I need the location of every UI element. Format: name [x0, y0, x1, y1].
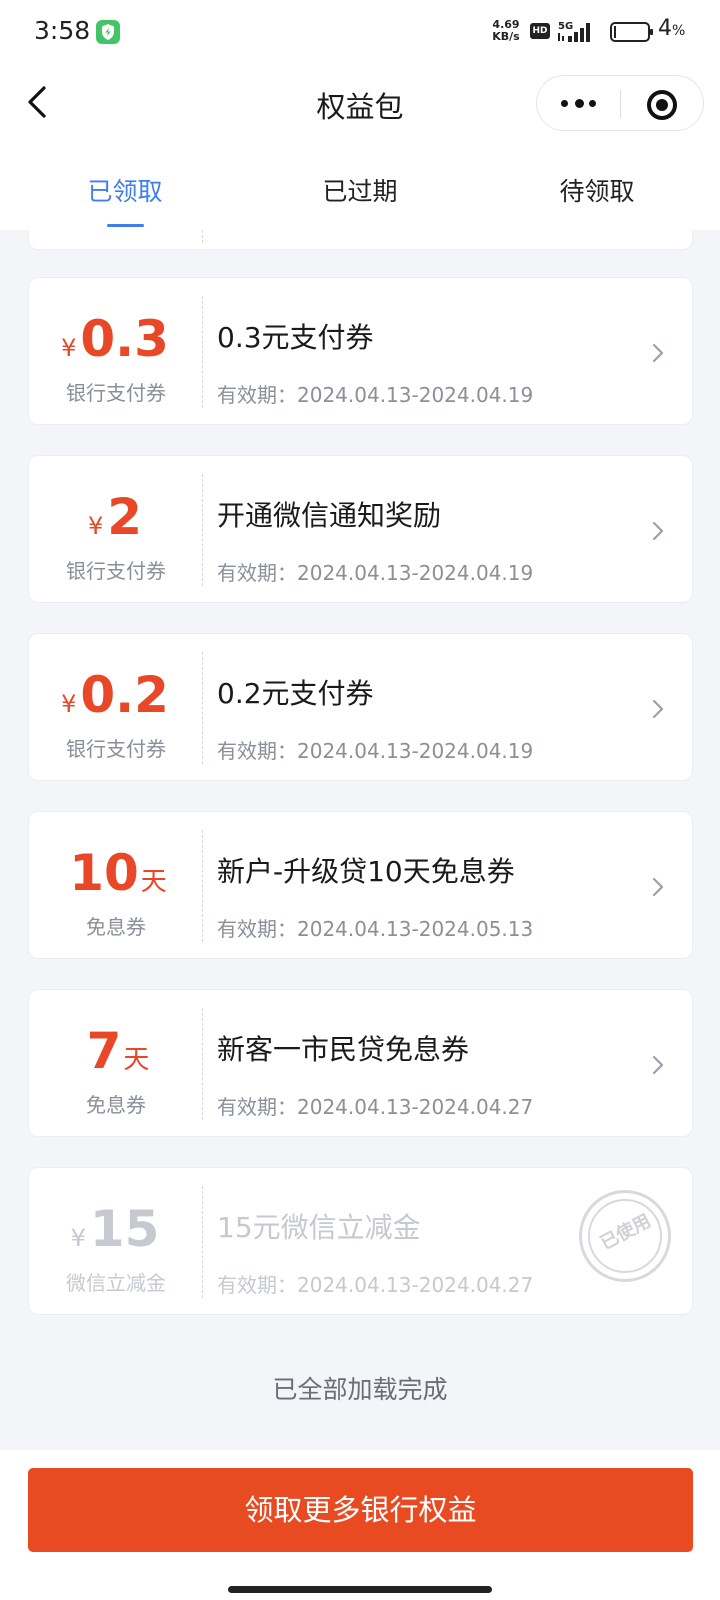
coupon-amount: 15: [89, 1200, 160, 1258]
miniprogram-capsule: [536, 75, 704, 131]
coupon-type: 免息券: [86, 915, 146, 939]
capsule-divider: [620, 90, 621, 118]
list-end-message: 已全部加载完成: [272, 1375, 448, 1404]
coupon-amount-area: ¥0.2 银行支付券: [29, 634, 203, 782]
coupon-card[interactable]: ¥0.3 银行支付券 0.3元支付券 有效期：2024.04.13-2024.0…: [28, 277, 693, 425]
coupon-validity: 有效期：2024.04.13-2024.04.27: [217, 1273, 534, 1297]
network-speed: 4.69 KB/s: [488, 19, 524, 43]
coupon-title: 新户-升级贷10天免息券: [217, 855, 515, 888]
coupon-type: 微信立减金: [66, 1271, 166, 1295]
coupon-amount-area: ¥15 微信立减金: [29, 1168, 203, 1316]
coupon-type: 免息券: [86, 1093, 146, 1117]
coupon-title: 开通微信通知奖励: [217, 499, 442, 532]
coupon-card[interactable]: 7天 免息券 新客一市民贷免息券 有效期：2024.04.13-2024.04.…: [28, 989, 693, 1137]
battery-level: 4: [658, 16, 672, 41]
coupon-card[interactable]: ¥2 银行支付券 开通微信通知奖励 有效期：2024.04.13-2024.04…: [28, 455, 693, 603]
coupon-validity: 有效期：2024.04.13-2024.04.27: [217, 1095, 534, 1119]
coupon-amount-area: 7天 免息券: [29, 990, 203, 1138]
coupon-title: 新客一市民贷免息券: [217, 1033, 470, 1066]
coupon-card[interactable]: 10天 免息券 新户-升级贷10天免息券 有效期：2024.04.13-2024…: [28, 811, 693, 959]
coupon-amount: 0.3: [80, 310, 169, 368]
tab-bar: 已领取 已过期 待领取: [0, 160, 720, 230]
benefits-page: 3:58 4.69 KB/s HD 5G 4% 权益包 已领取 已过期 待领取 …: [0, 0, 720, 1600]
coupon-title: 0.3元支付券: [217, 321, 374, 354]
chevron-right-icon: [652, 1055, 664, 1075]
coupon-validity: 有效期：2024.04.13-2024.04.19: [217, 561, 534, 585]
coupon-card[interactable]: ¥0.2 银行支付券 0.2元支付券 有效期：2024.04.13-2024.0…: [28, 633, 693, 781]
used-stamp-icon: 已使用: [579, 1190, 671, 1282]
coupon-amount: 2: [107, 488, 143, 546]
currency-symbol: ¥: [87, 512, 104, 540]
security-shield-icon: [96, 20, 120, 44]
dashed-divider: [202, 830, 203, 942]
dashed-divider: [202, 652, 203, 764]
coupon-validity: 有效期：2024.04.13-2024.04.19: [217, 739, 534, 763]
coupon-card-used[interactable]: ¥15 微信立减金 15元微信立减金 有效期：2024.04.13-2024.0…: [28, 1167, 693, 1315]
coupon-title: 0.2元支付券: [217, 677, 374, 710]
chevron-right-icon: [652, 521, 664, 541]
coupon-title: 15元微信立减金: [217, 1211, 421, 1244]
coupon-amount-area: ¥2 银行支付券: [29, 456, 203, 604]
coupon-type: 银行支付券: [66, 559, 166, 583]
battery-unit: %: [672, 23, 686, 39]
dashed-divider: [202, 296, 203, 408]
tab-expired[interactable]: 已过期: [240, 172, 480, 208]
coupon-amount: 10: [69, 844, 139, 902]
coupon-unit: 天: [123, 1045, 150, 1075]
hd-badge: HD: [530, 23, 550, 39]
status-time: 3:58: [34, 16, 91, 45]
nav-bar: 权益包: [0, 64, 720, 140]
close-miniprogram-icon[interactable]: [633, 84, 689, 124]
status-bar: 3:58 4.69 KB/s HD 5G 4%: [0, 0, 720, 64]
coupon-amount: 0.2: [80, 666, 169, 724]
currency-symbol: ¥: [61, 690, 77, 718]
dashed-divider: [202, 1008, 203, 1120]
coupon-list[interactable]: ¥0.3 银行支付券 0.3元支付券 有效期：2024.04.13-2024.0…: [0, 230, 720, 1450]
chevron-right-icon: [652, 343, 664, 363]
coupon-amount-area: ¥0.3 银行支付券: [29, 278, 203, 426]
battery-icon: [610, 22, 653, 42]
network-label: 5G: [558, 21, 573, 32]
signal-5g-icon: 5G: [558, 21, 590, 42]
coupon-type: 银行支付券: [66, 381, 166, 405]
network-speed-unit: KB/s: [492, 30, 520, 43]
chevron-right-icon: [652, 877, 664, 897]
bottom-bar: 领取更多银行权益: [0, 1450, 720, 1600]
coupon-validity: 有效期：2024.04.13-2024.05.13: [217, 917, 534, 941]
coupon-validity: 有效期：2024.04.13-2024.04.19: [217, 383, 534, 407]
coupon-amount-area: 10天 免息券: [29, 812, 203, 960]
currency-symbol: ¥: [70, 1224, 86, 1252]
active-tab-indicator: [107, 224, 144, 227]
battery-percentage: 4%: [658, 16, 685, 41]
currency-symbol: ¥: [61, 334, 77, 362]
coupon-unit: 天: [140, 867, 167, 897]
more-options-icon[interactable]: [537, 76, 621, 130]
tab-received[interactable]: 已领取: [5, 172, 245, 208]
tab-pending[interactable]: 待领取: [477, 172, 717, 208]
chevron-right-icon: [652, 699, 664, 719]
dashed-divider: [202, 1186, 203, 1298]
coupon-type: 银行支付券: [66, 737, 166, 761]
dashed-divider: [202, 474, 203, 586]
get-more-benefits-button[interactable]: 领取更多银行权益: [28, 1468, 693, 1552]
coupon-card-partial[interactable]: [28, 230, 693, 250]
home-indicator[interactable]: [228, 1586, 492, 1593]
coupon-amount: 7: [86, 1022, 122, 1080]
